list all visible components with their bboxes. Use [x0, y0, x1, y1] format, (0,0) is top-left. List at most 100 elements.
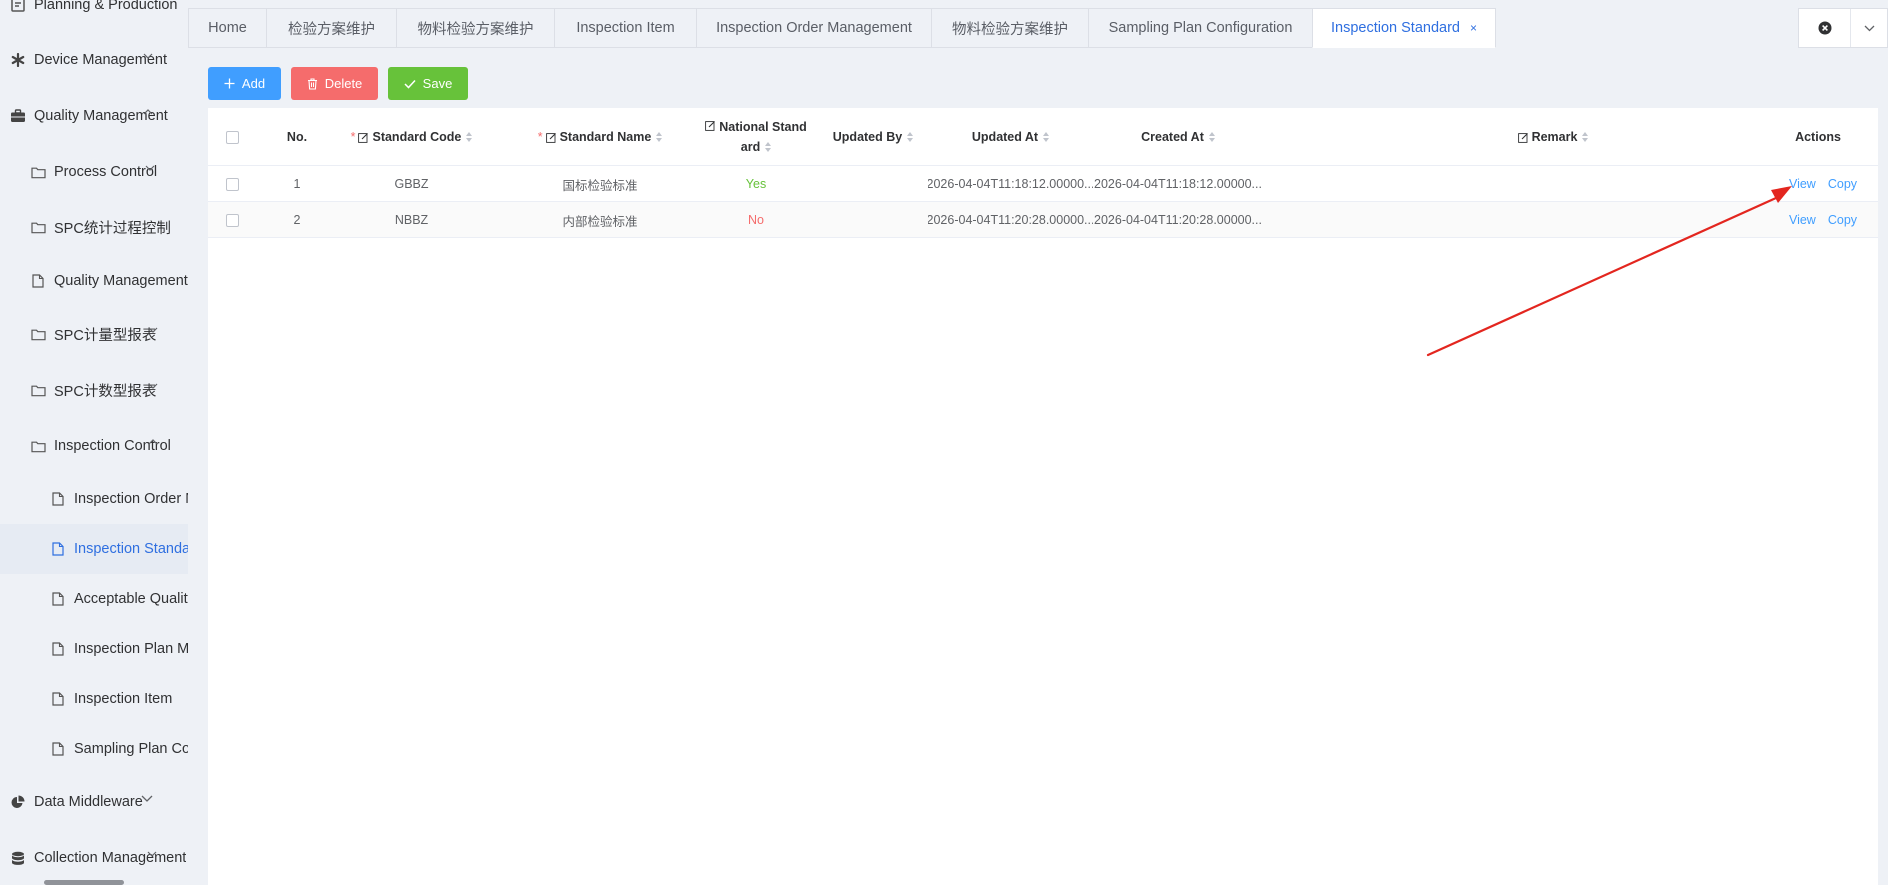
sidebar-item-planning-production[interactable]: Planning & Production [0, 0, 188, 30]
header-updated-by[interactable]: Updated By [818, 108, 928, 166]
cell-updated-by [818, 202, 928, 238]
header-updated-at[interactable]: Updated At [928, 108, 1093, 166]
sidebar-item-inspection-order-management[interactable]: Inspection Order M [0, 474, 188, 524]
copy-link[interactable]: Copy [1828, 177, 1857, 191]
chevron-down-icon[interactable] [1851, 9, 1887, 47]
cell-standard-name[interactable]: 内部检验标准 [485, 202, 715, 238]
save-button[interactable]: Save [388, 67, 468, 100]
sidebar-item-inspection-plan[interactable]: Inspection Plan Ma [0, 624, 188, 674]
header-label: Actions [1795, 130, 1841, 144]
sidebar-item-label: SPC统计过程控制 [54, 220, 171, 237]
edit-icon [358, 132, 369, 143]
sidebar-item-inspection-standard[interactable]: Inspection Standar [0, 524, 188, 574]
cell-updated-at: 2026-04-04T11:20:28.00000... [928, 213, 1093, 227]
folder-icon [30, 438, 46, 454]
sidebar-item-data-middleware[interactable]: Data Middleware [0, 777, 188, 827]
file-icon [50, 491, 66, 507]
file-icon [50, 741, 66, 757]
trash-icon [307, 77, 318, 90]
sidebar-item-collection-management[interactable]: Collection Management [0, 833, 188, 883]
table-row[interactable]: 1 GBBZ 国标检验标准 Yes 2026-04-04T11:18:12.00… [208, 166, 1878, 202]
sidebar-item-quality-management[interactable]: Quality Management [0, 91, 188, 141]
cell-standard-name[interactable]: 国标检验标准 [485, 166, 715, 202]
tab-sampling-plan-configuration[interactable]: Sampling Plan Configuration [1088, 8, 1312, 48]
sort-icon[interactable] [466, 132, 473, 142]
header-label: Updated At [971, 130, 1039, 144]
sidebar-item-sampling-plan[interactable]: Sampling Plan Cor [0, 724, 188, 774]
edit-icon [705, 120, 716, 131]
chevron-down-icon [144, 162, 156, 174]
sort-icon[interactable] [1582, 132, 1589, 142]
tab-bar: Home 检验方案维护 物料检验方案维护 Inspection Item Ins… [188, 8, 1888, 48]
folder-icon [30, 164, 46, 180]
sidebar-item-label: Inspection Standar [74, 541, 188, 557]
tab-label: Inspection Standard [1331, 20, 1460, 36]
header-national-standard[interactable]: National Stand ard [705, 108, 807, 166]
header-standard-code[interactable]: * Standard Code [338, 108, 485, 166]
tab-home[interactable]: Home [188, 8, 266, 48]
tab-inspection-scheme[interactable]: 检验方案维护 [266, 8, 396, 48]
sidebar-item-label: SPC计数型报表 [54, 383, 157, 400]
sidebar-item-spc-attribute-report[interactable]: SPC计数型报表 [0, 365, 188, 415]
standards-table: No. * Standard Code * Standard Name Nati… [208, 108, 1878, 885]
cell-actions: View Copy [1768, 202, 1878, 238]
sidebar-item-label: Planning & Production [34, 0, 178, 13]
header-label: Remark [1531, 130, 1578, 144]
cell-standard-code[interactable]: GBBZ [338, 166, 485, 202]
tab-material-inspection-scheme[interactable]: 物料检验方案维护 [396, 8, 554, 48]
tab-inspection-item[interactable]: Inspection Item [554, 8, 696, 48]
row-select [208, 202, 256, 238]
planning-icon [10, 0, 26, 13]
table-row[interactable]: 2 NBBZ 内部检验标准 No 2026-04-04T11:20:28.000… [208, 202, 1878, 238]
pie-chart-icon [10, 794, 26, 810]
sort-icon[interactable] [656, 132, 663, 142]
close-all-tabs-icon[interactable] [1799, 9, 1851, 47]
sidebar-item-inspection-control[interactable]: Inspection Control [0, 421, 188, 471]
tab-label: 物料检验方案维护 [417, 21, 534, 38]
database-icon [10, 850, 26, 866]
copy-link[interactable]: Copy [1828, 213, 1857, 227]
cell-national-standard[interactable]: No [705, 202, 807, 238]
sort-icon[interactable] [1208, 132, 1215, 142]
sort-icon[interactable] [1043, 132, 1050, 142]
header-remark[interactable]: Remark [1263, 108, 1843, 166]
delete-button[interactable]: Delete [291, 67, 378, 100]
cell-remark[interactable] [1263, 202, 1843, 238]
chevron-down-icon [147, 324, 159, 336]
sort-icon[interactable] [907, 132, 914, 142]
tab-inspection-standard[interactable]: Inspection Standard × [1312, 8, 1496, 48]
folder-icon [30, 326, 46, 342]
sort-icon[interactable] [765, 142, 772, 152]
cell-standard-code[interactable]: NBBZ [338, 202, 485, 238]
sidebar-item-inspection-item[interactable]: Inspection Item [0, 674, 188, 724]
header-standard-name[interactable]: * Standard Name [485, 108, 715, 166]
add-button[interactable]: Add [208, 67, 281, 100]
sidebar-scrollbar[interactable] [44, 880, 124, 885]
tab-inspection-order-management[interactable]: Inspection Order Management [696, 8, 931, 48]
sidebar-item-label: Process Control [54, 164, 158, 180]
row-checkbox[interactable] [225, 213, 239, 227]
view-link[interactable]: View [1789, 213, 1816, 227]
sidebar-item-quality-management-i[interactable]: Quality Management I [0, 256, 188, 306]
sidebar-item-process-control[interactable]: Process Control [0, 147, 188, 197]
sidebar-item-device-management[interactable]: Device Management [0, 35, 188, 85]
tab-material-inspection-scheme-2[interactable]: 物料检验方案维护 [931, 8, 1088, 48]
sidebar-item-label: Quality Management I [54, 273, 188, 289]
sidebar-item-spc-process-control[interactable]: SPC统计过程控制 [0, 202, 188, 252]
view-link[interactable]: View [1789, 177, 1816, 191]
cell-remark[interactable] [1263, 166, 1843, 202]
cell-updated-at: 2026-04-04T11:18:12.00000... [928, 177, 1093, 191]
cell-national-standard[interactable]: Yes [705, 166, 807, 202]
plus-icon [224, 78, 235, 89]
add-button-label: Add [241, 76, 266, 91]
cell-actions: View Copy [1768, 166, 1878, 202]
header-no: No. [256, 108, 338, 166]
tab-close-icon[interactable]: × [1470, 21, 1477, 35]
sidebar-item-spc-variable-report[interactable]: SPC计量型报表 [0, 309, 188, 359]
header-label: Created At [1141, 130, 1204, 144]
header-created-at[interactable]: Created At [1093, 108, 1263, 166]
select-all-checkbox[interactable] [225, 130, 239, 144]
row-checkbox[interactable] [225, 177, 239, 191]
check-icon [404, 79, 416, 89]
sidebar-item-acceptable-quality[interactable]: Acceptable Quality [0, 574, 188, 624]
